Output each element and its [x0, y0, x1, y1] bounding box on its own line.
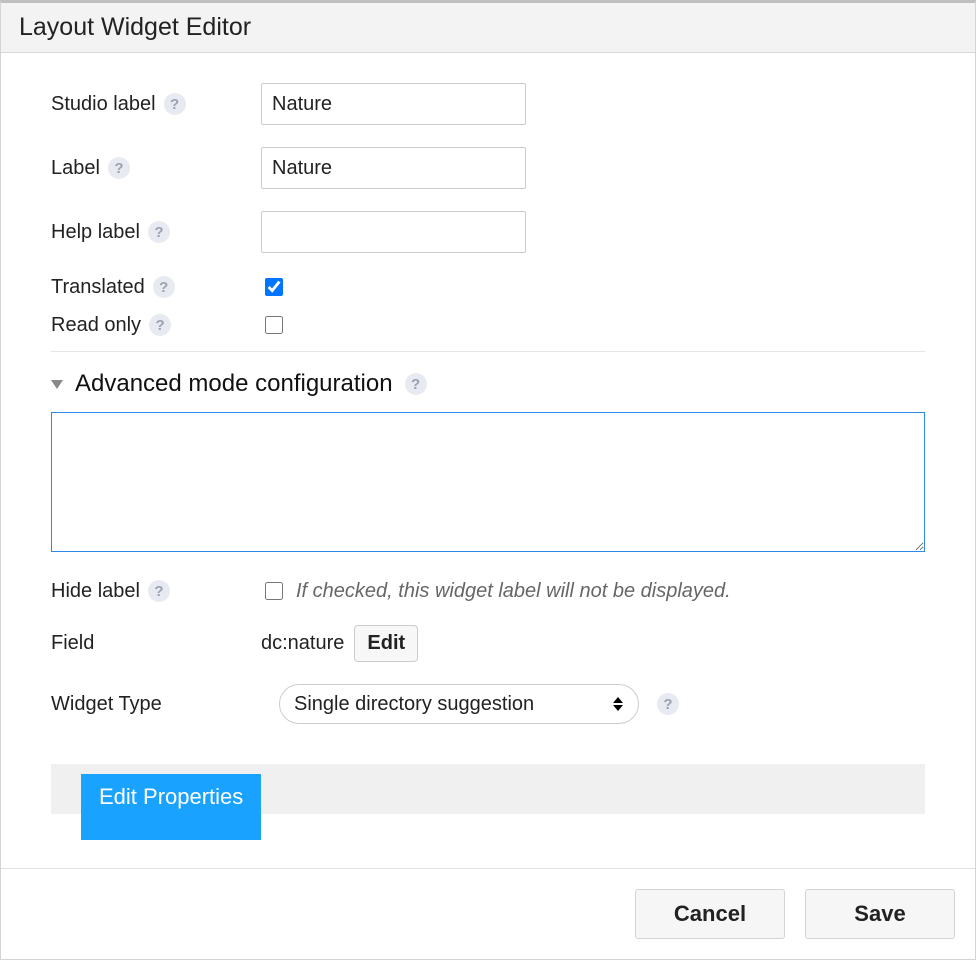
help-icon[interactable]: ?	[148, 580, 170, 602]
advanced-heading: Advanced mode configuration	[75, 370, 393, 398]
read-only-checkbox[interactable]	[265, 316, 283, 334]
studio-label-input[interactable]	[261, 83, 526, 125]
divider	[51, 351, 925, 352]
field-edit-button[interactable]: Edit	[354, 625, 418, 662]
properties-tabstrip: Edit Properties	[51, 764, 925, 814]
save-button[interactable]: Save	[805, 889, 955, 939]
widget-type-value: Single directory suggestion	[294, 693, 534, 716]
tab-edit-properties[interactable]: Edit Properties	[81, 774, 261, 840]
layout-widget-editor-dialog: Layout Widget Editor Studio label ? Labe…	[0, 0, 976, 960]
row-read-only: Read only ?	[51, 313, 925, 337]
row-hide-label: Hide label ? If checked, this widget lab…	[51, 579, 925, 603]
translated-checkbox[interactable]	[265, 278, 283, 296]
help-icon[interactable]: ?	[149, 314, 171, 336]
dialog-footer: Cancel Save	[1, 868, 975, 959]
dialog-body: Studio label ? Label ?	[1, 53, 975, 868]
row-label: Label ?	[51, 147, 925, 189]
help-icon[interactable]: ?	[153, 276, 175, 298]
row-field: Field dc:nature Edit	[51, 625, 925, 662]
row-studio-label: Studio label ?	[51, 83, 925, 125]
dialog-scroll[interactable]: Studio label ? Label ?	[1, 53, 975, 868]
help-label-input[interactable]	[261, 211, 526, 253]
advanced-config-textarea[interactable]	[51, 412, 925, 552]
hide-label-text: Hide label	[51, 580, 140, 603]
help-icon[interactable]: ?	[405, 373, 427, 395]
select-arrows-icon	[612, 697, 624, 711]
help-icon[interactable]: ?	[148, 221, 170, 243]
help-icon[interactable]: ?	[657, 693, 679, 715]
label-input[interactable]	[261, 147, 526, 189]
read-only-text: Read only	[51, 314, 141, 337]
advanced-mode-header[interactable]: Advanced mode configuration ?	[51, 370, 925, 398]
chevron-down-icon	[51, 380, 63, 389]
widget-type-select[interactable]: Single directory suggestion	[279, 684, 639, 724]
hide-label-hint: If checked, this widget label will not b…	[296, 580, 731, 603]
widget-type-label: Widget Type	[51, 693, 162, 716]
field-label: Field	[51, 632, 94, 655]
row-widget-type: Widget Type Single directory suggestion …	[51, 684, 925, 724]
help-label-text: Help label	[51, 221, 140, 244]
label-text: Label	[51, 157, 100, 180]
help-icon[interactable]: ?	[164, 93, 186, 115]
cancel-button[interactable]: Cancel	[635, 889, 785, 939]
row-translated: Translated ?	[51, 275, 925, 299]
field-value: dc:nature	[261, 632, 344, 655]
row-help-label: Help label ?	[51, 211, 925, 253]
translated-text: Translated	[51, 276, 145, 299]
studio-label-text: Studio label	[51, 93, 156, 116]
hide-label-checkbox[interactable]	[265, 582, 283, 600]
dialog-title: Layout Widget Editor	[1, 3, 975, 53]
help-icon[interactable]: ?	[108, 157, 130, 179]
